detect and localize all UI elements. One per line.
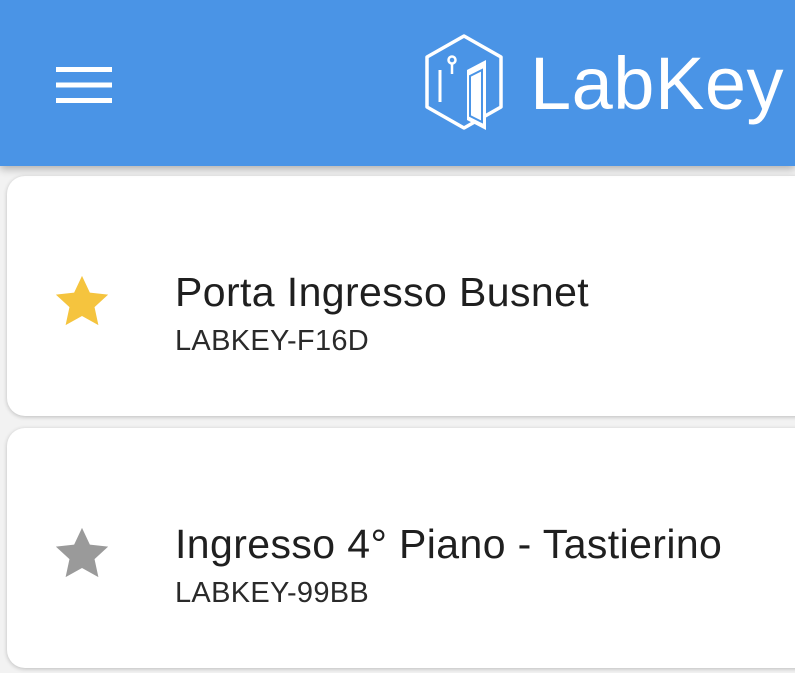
lock-name: Ingresso 4° Piano - Tastierino: [175, 521, 723, 567]
lock-id: LABKEY-99BB: [175, 577, 370, 609]
lock-card[interactable]: Porta Ingresso Busnet LABKEY-F16D: [7, 176, 795, 416]
brand-name: LabKey: [530, 42, 784, 125]
star-icon[interactable]: [50, 270, 114, 334]
lock-id: LABKEY-F16D: [175, 325, 370, 357]
lock-name: Porta Ingresso Busnet: [175, 269, 590, 315]
hamburger-menu-icon: [56, 67, 112, 103]
lock-list: Porta Ingresso Busnet LABKEY-F16D Ingres…: [0, 166, 795, 673]
app-bar: LabKey: [0, 0, 795, 166]
star-icon[interactable]: [50, 522, 114, 586]
menu-button[interactable]: [40, 50, 128, 120]
labkey-logo-icon: [425, 34, 503, 130]
star-shape: [55, 527, 109, 578]
lock-card[interactable]: Ingresso 4° Piano - Tastierino LABKEY-99…: [7, 428, 795, 668]
brand: LabKey: [420, 30, 795, 140]
star-shape: [55, 275, 109, 326]
